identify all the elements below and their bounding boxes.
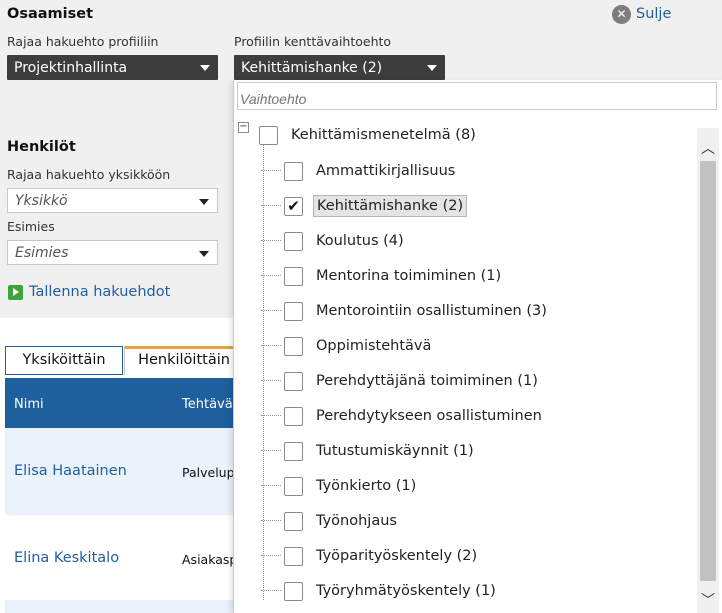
option-checkbox[interactable]: [284, 266, 303, 286]
tree-connector: [261, 555, 281, 556]
column-header-job[interactable]: Tehtävär: [182, 397, 238, 412]
option-checkbox[interactable]: [284, 231, 303, 251]
option-checkbox[interactable]: [284, 301, 303, 321]
profile-select-value: Projektinhallinta: [14, 60, 128, 76]
tree-connector: [261, 205, 281, 206]
option-item[interactable]: Ammattikirjallisuus: [261, 159, 458, 183]
option-label[interactable]: Perehdytykseen osallistuminen: [313, 406, 545, 426]
chevron-down-icon: [200, 65, 210, 71]
tab-by-units[interactable]: Yksiköittäin: [5, 346, 123, 375]
person-job: Asiakasp: [182, 552, 238, 567]
chevron-down-icon[interactable]: ﹀: [701, 590, 715, 610]
tab-by-persons[interactable]: Henkilöittäin: [124, 346, 244, 375]
option-label[interactable]: Mentorina toimiminen (1): [313, 266, 504, 286]
option-checkbox[interactable]: [284, 511, 303, 531]
manager-select[interactable]: Esimies: [7, 240, 218, 265]
option-item[interactable]: Työnohjaus: [261, 509, 400, 533]
tree-connector: [261, 520, 281, 521]
option-item[interactable]: ✔ Kehittämishanke (2): [261, 194, 468, 218]
manager-label: Esimies: [7, 219, 55, 234]
option-item[interactable]: Perehdyttäjänä toimiminen (1): [261, 369, 541, 393]
option-label[interactable]: Työryhmätyöskentely (1): [313, 581, 499, 601]
option-checkbox[interactable]: [284, 371, 303, 391]
option-label[interactable]: Työparityöskentely (2): [313, 546, 480, 566]
option-checkbox[interactable]: [284, 441, 303, 461]
option-item[interactable]: Koulutus (4): [261, 229, 407, 253]
column-header-name[interactable]: Nimi: [14, 397, 44, 412]
persons-title: Henkilöt: [7, 139, 76, 155]
minus-box-icon[interactable]: −: [238, 122, 249, 133]
person-name-link[interactable]: Elisa Haatainen: [14, 463, 127, 479]
chevron-down-icon: [199, 251, 209, 257]
option-label[interactable]: Työnkierto (1): [313, 476, 419, 496]
person-job: Palvelup: [182, 465, 235, 480]
field-option-select-value: Kehittämishanke (2): [241, 60, 383, 76]
save-search-button[interactable]: Tallenna hakuehdot: [8, 284, 170, 300]
option-checkbox[interactable]: [284, 161, 303, 181]
tree-connector: [261, 380, 281, 381]
chevron-down-icon: [427, 65, 437, 71]
tree-connector: [261, 485, 281, 486]
close-circle-icon: ✕: [612, 4, 631, 24]
close-button[interactable]: ✕ Sulje: [612, 4, 671, 24]
tree-connector: [261, 240, 281, 241]
option-item[interactable]: Tutustumiskäynnit (1): [261, 439, 477, 463]
checkmark-icon: ✔: [287, 197, 300, 215]
scrollbar-thumb[interactable]: [700, 161, 716, 581]
option-item[interactable]: Työryhmätyöskentely (1): [261, 579, 499, 603]
tree-connector: [261, 450, 281, 451]
option-item[interactable]: Työparityöskentely (2): [261, 544, 480, 568]
option-label[interactable]: Mentorointiin osallistuminen (3): [313, 301, 550, 321]
option-label[interactable]: Perehdyttäjänä toimiminen (1): [313, 371, 541, 391]
field-option-label: Profiilin kenttävaihtoehto: [234, 34, 392, 49]
option-label[interactable]: Tutustumiskäynnit (1): [313, 441, 477, 461]
option-checkbox[interactable]: [284, 336, 303, 356]
manager-select-placeholder: Esimies: [15, 245, 69, 261]
field-option-select[interactable]: Kehittämishanke (2): [234, 55, 445, 80]
profile-filter-label: Rajaa hakuehto profiiliin: [7, 34, 159, 49]
person-name-link[interactable]: Elina Keskitalo: [14, 550, 119, 566]
option-label[interactable]: Koulutus (4): [313, 231, 407, 251]
option-search-input[interactable]: [237, 82, 717, 110]
option-label[interactable]: Oppimistehtävä: [313, 336, 434, 356]
option-label[interactable]: Kehittämishanke (2): [313, 195, 468, 217]
option-checkbox[interactable]: [284, 406, 303, 426]
option-label[interactable]: Työnohjaus: [313, 511, 400, 531]
option-item[interactable]: Mentorina toimiminen (1): [261, 264, 504, 288]
option-label[interactable]: Ammattikirjallisuus: [313, 161, 458, 181]
option-tree: − Kehittämismenetelmä (8) Ammattikirjall…: [234, 116, 696, 613]
option-item[interactable]: Työnkierto (1): [261, 474, 419, 498]
option-checkbox[interactable]: [284, 476, 303, 496]
tree-connector: [261, 275, 281, 276]
profile-select[interactable]: Projektinhallinta: [7, 55, 218, 80]
tree-connector: [261, 415, 281, 416]
parent-option-label[interactable]: Kehittämismenetelmä (8): [288, 125, 479, 145]
option-item[interactable]: Mentorointiin osallistuminen (3): [261, 299, 550, 323]
option-checkbox[interactable]: [284, 581, 303, 601]
tree-connector: [261, 590, 281, 591]
competences-title: Osaamiset: [7, 6, 94, 22]
field-option-dropdown: − Kehittämismenetelmä (8) Ammattikirjall…: [233, 80, 722, 613]
chevron-down-icon: [199, 199, 209, 205]
unit-select-placeholder: Yksikkö: [15, 193, 68, 209]
close-label: Sulje: [636, 6, 672, 22]
tree-connector: [261, 310, 281, 311]
unit-filter-label: Rajaa hakuehto yksikköön: [7, 167, 171, 182]
play-icon: [8, 284, 23, 300]
chevron-up-icon[interactable]: ︿: [701, 138, 715, 158]
option-checkbox[interactable]: ✔: [284, 196, 303, 216]
tree-connector: [261, 170, 281, 171]
save-search-label: Tallenna hakuehdot: [29, 284, 171, 300]
tree-connector: [261, 345, 281, 346]
option-item[interactable]: Perehdytykseen osallistuminen: [261, 404, 545, 428]
option-checkbox[interactable]: [284, 546, 303, 566]
parent-checkbox[interactable]: [259, 125, 278, 145]
option-item[interactable]: Oppimistehtävä: [261, 334, 434, 358]
dropdown-scrollbar[interactable]: ︿ ﹀: [697, 128, 719, 613]
tree-parent-node: Kehittämismenetelmä (8): [259, 123, 479, 147]
unit-select[interactable]: Yksikkö: [7, 188, 218, 213]
